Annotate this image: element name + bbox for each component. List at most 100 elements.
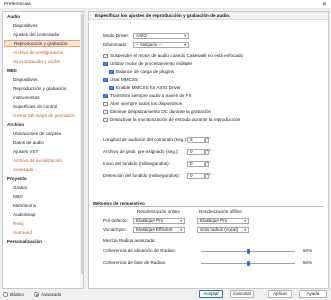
default-online-value: Elastique Pro: [136, 218, 164, 223]
accept-button[interactable]: Aceptar: [199, 290, 223, 298]
numeric-input[interactable]: 0: [187, 173, 205, 179]
apply-button[interactable]: Aplicar: [268, 290, 292, 298]
category-archivo[interactable]: Archivo: [4, 121, 82, 128]
dithering-select[interactable]: -- Ninguno -- ▼: [133, 42, 189, 48]
sidebar-item-metronomo[interactable]: Metrónomo: [4, 202, 82, 209]
driver-mode-value: ASIO: [136, 33, 147, 38]
numeric-label: Longitud de audición del comando (seg.):: [103, 137, 188, 142]
checkbox-utilizar-motor-de-procesamiento-multiple[interactable]: [103, 61, 108, 67]
slider-thumb[interactable]: [246, 261, 250, 266]
chevron-down-icon: ▼: [183, 34, 187, 38]
vocal-offline-value: Sólo radius (vocal): [200, 227, 239, 232]
sidebar-item-surround[interactable]: Surround: [4, 229, 82, 236]
close-icon[interactable]: ✕: [322, 1, 327, 8]
vocal-offline-select[interactable]: Sólo radius (vocal) ▼: [197, 227, 249, 233]
driver-mode-select[interactable]: ASIO ▼: [133, 33, 189, 39]
checkbox-label: Usar MMCSS: [110, 77, 139, 82]
checkbox-balance-de-carga-de-plugins[interactable]: [109, 69, 114, 75]
basic-mode-radio[interactable]: [3, 292, 8, 297]
checkbox-usar-mmcss[interactable]: [103, 77, 108, 83]
window-title: Preferencias: [4, 2, 31, 7]
title-bar: Preferencias ✕: [0, 0, 331, 9]
slider-value: 50%: [303, 260, 313, 265]
sidebar-item-midi[interactable]: MIDI: [4, 193, 82, 200]
sidebar-item-ajustes-del-controlador[interactable]: Ajustes del controlador: [4, 31, 82, 38]
advanced-mode-radio[interactable]: [34, 292, 39, 297]
checkbox-label: Abrir siempre todos los dispositivos: [110, 101, 182, 106]
numeric-input[interactable]: 0: [187, 161, 205, 167]
checkbox-label: Suspender el motor de audio cuando Cakew…: [110, 53, 244, 58]
dithering-value: -- Ninguno --: [136, 42, 162, 47]
sidebar-item-superficies-de-control[interactable]: Superficies de control: [4, 103, 82, 110]
sidebar-item-archivo-de-inicializacion[interactable]: Archivo de inicialización: [4, 157, 82, 164]
sidebar-item-gestor-del-mapa-de-percusion[interactable]: Gestor del mapa de percusión: [4, 112, 82, 119]
numeric-input[interactable]: 0: [187, 149, 205, 155]
slider-label: Coherencia de fase de Radius:: [103, 260, 167, 265]
spinner-arrows-icon[interactable]: ▲▼: [205, 173, 211, 179]
default-offline-value: Elastique Pro: [200, 218, 228, 223]
driver-mode-label: Modo Driver:: [103, 33, 130, 38]
radius-mix-label: Mezcla Radius avanzada:: [103, 238, 156, 243]
category-personalizacion[interactable]: Personalización: [4, 238, 82, 245]
resample-section-title: Métodos de remuestreo: [93, 201, 324, 207]
checkbox-label: Transmitir siempre audio a través de FX: [110, 93, 192, 98]
checkbox-abrir-siempre-todos-los-dispositivos[interactable]: [103, 101, 108, 107]
category-proyecto[interactable]: Proyecto: [4, 175, 82, 182]
sidebar-item-ajustes-vst[interactable]: Ajustes VST: [4, 148, 82, 155]
checkbox-eliminar-desplazamiento-dc-durante-la-gr[interactable]: [103, 109, 108, 115]
dialog-footer: Básico Avanzado Aceptar Cancelar Aplicar…: [0, 289, 331, 300]
spinner-arrows-icon[interactable]: ▲▼: [205, 161, 211, 167]
vocal-online-select[interactable]: Elastique Efficient ▼: [133, 227, 185, 233]
sidebar-item-dispositivos[interactable]: Dispositivos: [4, 22, 82, 29]
category-midi[interactable]: MIDI: [4, 67, 82, 74]
sidebar-item-datos-de-audio[interactable]: Datos de audio: [4, 139, 82, 146]
resample-vocal-label: Vocal/Sync:: [103, 227, 128, 232]
chevron-down-icon: ▼: [179, 219, 183, 223]
numeric-label: Detención del fundido (milisegundos):: [103, 173, 180, 178]
playback-recording-panel: Especificar los ajustes de reproducción …: [88, 11, 329, 289]
slider-label: Coherencia de afinación de Radius:: [103, 248, 176, 253]
checkbox-label: Balance de carga de plugins: [116, 69, 174, 74]
cancel-button[interactable]: Cancelar: [230, 290, 254, 298]
checkbox-desactivar-la-monitorizacion-de-entrada-[interactable]: [103, 117, 108, 123]
chevron-down-icon: ▼: [179, 228, 183, 232]
sidebar-item-archivo-de-configuracion[interactable]: Archivo de configuración: [4, 49, 82, 56]
sidebar-scrollbar[interactable]: [80, 12, 83, 288]
numeric-label: Inicio del fundido (milisegundos):: [103, 161, 170, 166]
sidebar-item-dispositivos[interactable]: Dispositivos: [4, 76, 82, 83]
advanced-mode-label: Avanzado: [41, 291, 62, 297]
checkbox-enable-mmcss-for-asio-driver[interactable]: [109, 85, 114, 91]
sidebar-item-audiosnap[interactable]: AudioSnap: [4, 211, 82, 218]
sidebar-item-reloj[interactable]: Reloj: [4, 220, 82, 227]
chevron-down-icon: ▼: [243, 228, 247, 232]
resample-default-label: Por defecto:: [103, 218, 128, 223]
slider-value: 50%: [303, 248, 313, 253]
help-button[interactable]: Ayuda: [299, 290, 327, 298]
numeric-label: Archivo de grab. pre-asignado (seg.):: [103, 149, 179, 154]
category-audio[interactable]: Audio: [4, 13, 82, 20]
chevron-down-icon: ▼: [243, 219, 247, 223]
sidebar-item-instrumentos[interactable]: Instrumentos: [4, 94, 82, 101]
sidebar-item-grabar[interactable]: Grabar: [4, 184, 82, 191]
basic-mode-label: Básico: [10, 291, 24, 297]
sidebar-item-reproduccion-y-grabacion[interactable]: Reproducción y grabación: [4, 85, 82, 92]
checkbox-transmitir-siempre-audio-a-traves-de-fx[interactable]: [103, 93, 108, 99]
spinner-arrows-icon[interactable]: ▲▼: [205, 137, 211, 143]
scrollbar-thumb[interactable]: [80, 14, 83, 274]
sidebar-item-avanzado[interactable]: Avanzado: [4, 166, 82, 173]
sidebar-item-sincronizacion-y-cache[interactable]: Sincronización y caché: [4, 58, 82, 65]
checkbox-suspender-el-motor-de-audio-cuando-cakew[interactable]: [103, 53, 108, 59]
sidebar-item-ubicaciones-de-carpeta[interactable]: Ubicaciones de carpeta: [4, 130, 82, 137]
panel-description: Especificar los ajustes de reproducción …: [89, 12, 328, 20]
vocal-online-value: Elastique Efficient: [136, 227, 173, 232]
col-offline-header: Renderización offline: [199, 209, 242, 214]
numeric-input[interactable]: 3: [187, 137, 205, 143]
dithering-label: Difuminado:: [103, 42, 128, 47]
default-online-select[interactable]: Elastique Pro ▼: [133, 218, 185, 224]
sidebar-item-reproduccion-y-grabacion[interactable]: Reproducción y grabación: [4, 40, 82, 47]
preferences-nav-tree: Audio Dispositivos Ajustes del controlador…: [2, 11, 84, 289]
slider-thumb[interactable]: [246, 249, 250, 254]
default-offline-select[interactable]: Elastique Pro ▼: [197, 218, 249, 224]
spinner-arrows-icon[interactable]: ▲▼: [205, 149, 211, 155]
checkbox-label: Eliminar desplazamiento DC durante la gr…: [110, 109, 212, 114]
